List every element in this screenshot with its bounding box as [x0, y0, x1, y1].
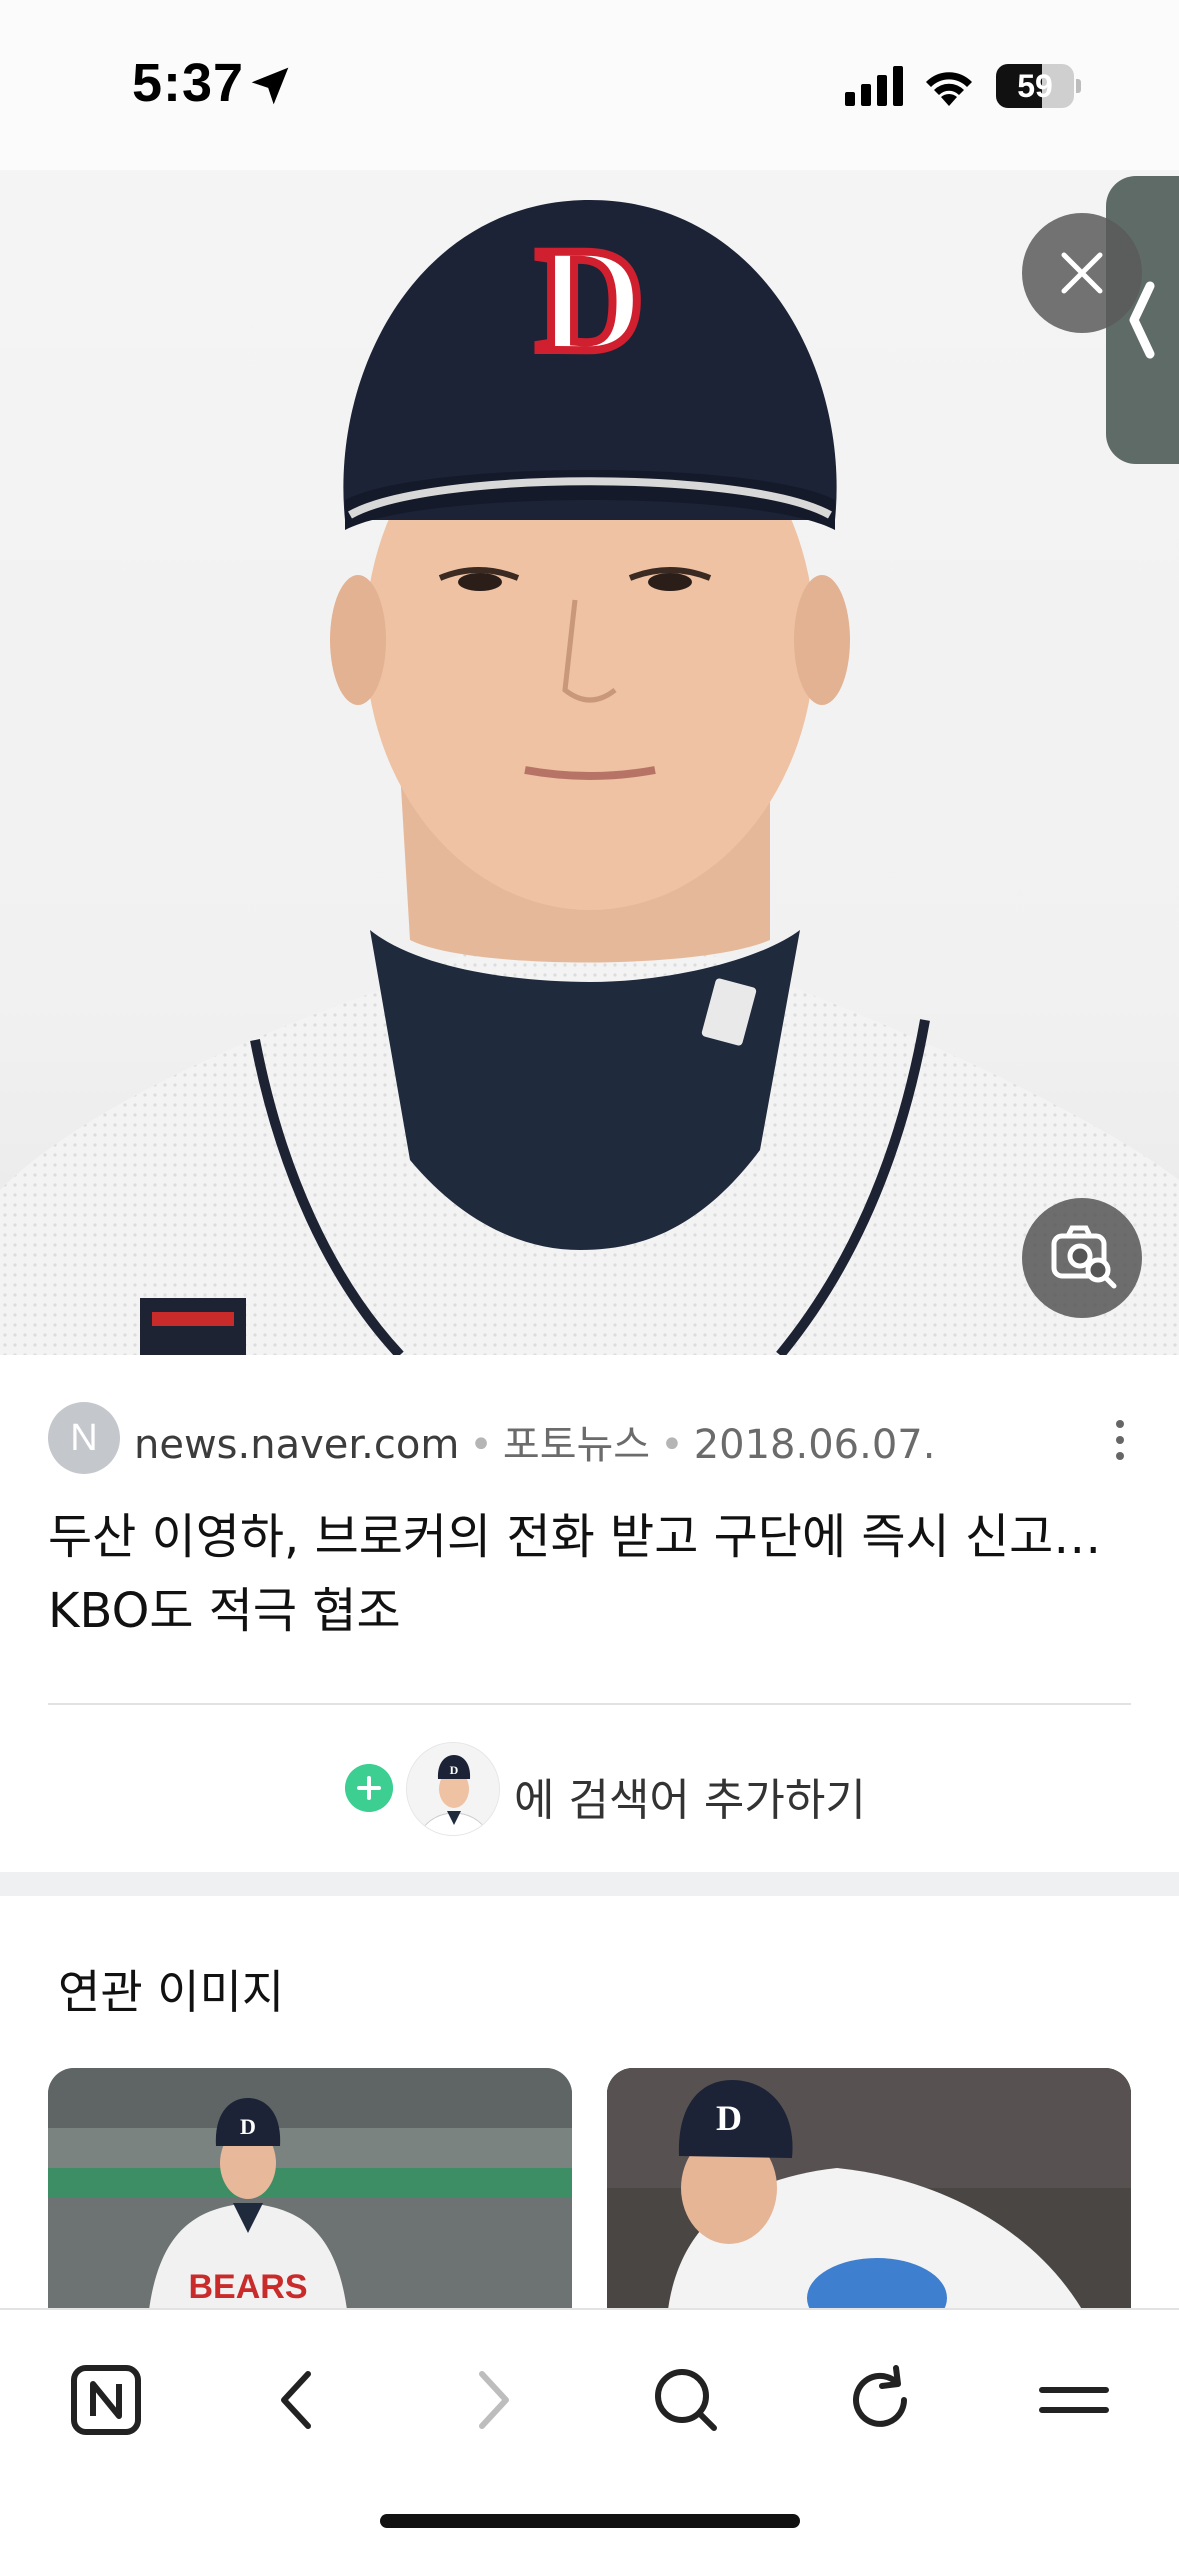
source-info: news.naver.com • 포토뉴스 • 2018.06.07. [134, 1412, 935, 1470]
close-icon [1061, 252, 1103, 294]
cellular-signal-icon [845, 66, 903, 106]
source-avatar: N [48, 1402, 120, 1474]
image-search-button[interactable] [1022, 1198, 1142, 1318]
player-portrait-image: D [0, 200, 1179, 1355]
divider [48, 1703, 1131, 1705]
add-to-search-label: 에 검색어 추가하기 [514, 1775, 866, 1826]
source-category: 포토뉴스 [502, 1422, 651, 1468]
svg-text:D: D [536, 217, 644, 383]
wifi-icon [926, 72, 972, 106]
source-row[interactable]: N news.naver.com • 포토뉴스 • 2018.06.07. [48, 1402, 1138, 1474]
related-image: D [607, 2068, 1131, 2318]
svg-text:D: D [716, 2098, 742, 2138]
battery-indicator: 59 [996, 64, 1081, 108]
source-domain[interactable]: news.naver.com [134, 1422, 459, 1468]
related-images-title: 연관 이미지 [58, 1965, 285, 2019]
player-thumbnail: D [406, 1742, 500, 1836]
battery-percent: 59 [1017, 68, 1053, 104]
hero-photo[interactable]: D [0, 170, 1179, 1355]
related-image-card[interactable]: D [607, 2068, 1131, 2318]
search-button[interactable] [646, 2360, 726, 2440]
menu-button[interactable] [1034, 2360, 1114, 2440]
status-time: 5:37 [132, 53, 245, 113]
separator-dot: • [660, 1422, 684, 1468]
location-arrow-icon [251, 67, 289, 105]
refresh-button[interactable] [840, 2360, 920, 2440]
source-date: 2018.06.07. [693, 1422, 936, 1468]
related-image-card[interactable]: D BEARS [48, 2068, 572, 2318]
related-image: D BEARS [48, 2068, 572, 2318]
plus-icon [345, 1764, 393, 1812]
add-to-search-button[interactable]: D 에 검색어 추가하기 [0, 1742, 1179, 1838]
back-button[interactable] [258, 2360, 338, 2440]
close-button[interactable] [1022, 213, 1142, 333]
article-headline[interactable]: 두산 이영하, 브로커의 전화 받고 구단에 즉시 신고… KBO도 적극 협조 [48, 1500, 1138, 1648]
naver-n-icon[interactable] [66, 2360, 146, 2440]
image-search-icon [1051, 1225, 1117, 1289]
section-separator [0, 1872, 1179, 1896]
more-vertical-icon[interactable] [1108, 1416, 1132, 1464]
home-indicator[interactable] [380, 2514, 800, 2528]
status-bar: 5:37 59 [0, 0, 1179, 170]
svg-text:D: D [240, 2114, 256, 2139]
svg-text:BEARS: BEARS [188, 2268, 307, 2306]
forward-button[interactable] [452, 2360, 532, 2440]
separator-dot: • [469, 1422, 493, 1468]
svg-text:D: D [450, 1763, 459, 1777]
